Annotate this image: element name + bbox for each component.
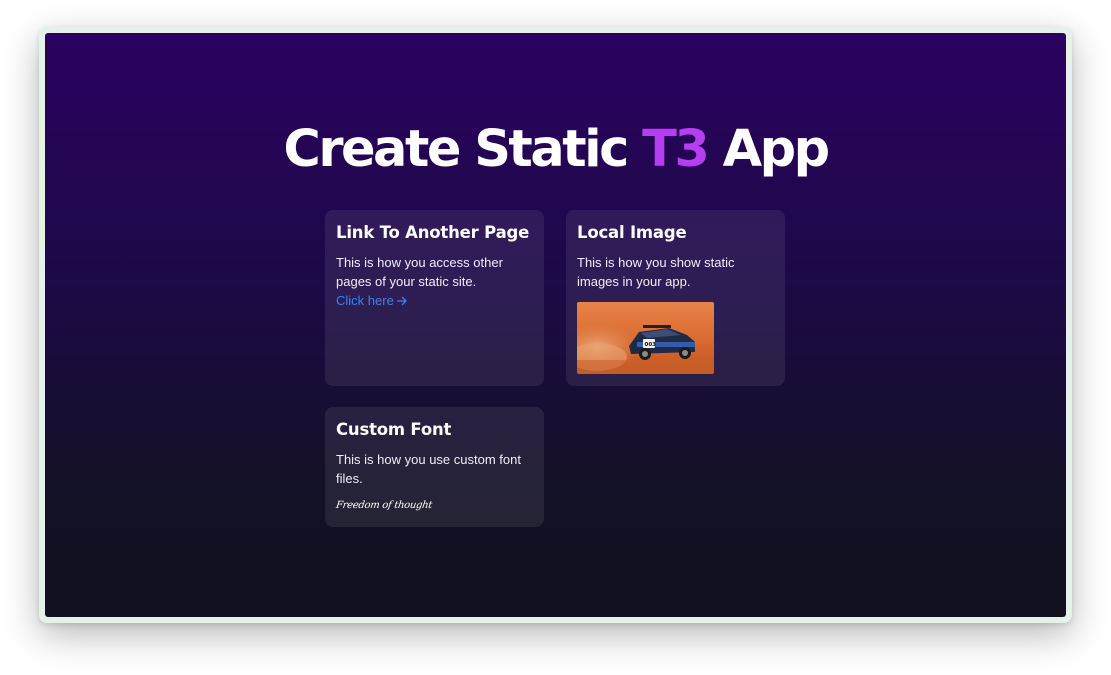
rally-car-image: 003 <box>577 302 714 374</box>
page-title: Create Static T3 App <box>45 119 1066 181</box>
card-description: This is how you access other pages of yo… <box>336 255 503 289</box>
link-label: Click here <box>336 293 394 308</box>
svg-text:003: 003 <box>645 342 657 348</box>
title-accent: T3 <box>642 120 710 179</box>
click-here-link[interactable]: Click here <box>336 291 408 310</box>
card-title: Local Image <box>577 223 687 242</box>
title-part2: App <box>707 120 831 179</box>
page-viewport: Create Static T3 App Link To Another Pag… <box>45 33 1066 617</box>
card-title: Custom Font <box>336 420 452 439</box>
browser-window: Create Static T3 App Link To Another Pag… <box>39 27 1072 623</box>
card-description: This is how you show static images in yo… <box>577 255 735 289</box>
custom-font-card: Custom Font This is how you use custom f… <box>325 407 544 527</box>
local-image-card: Local Image This is how you show static … <box>566 210 785 386</box>
card-title: Link To Another Page <box>336 223 530 242</box>
card-description: This is how you use custom font files. <box>336 452 521 486</box>
custom-font-sample: Freedom of thought <box>335 500 433 511</box>
arrow-right-icon <box>396 295 408 307</box>
link-card: Link To Another Page This is how you acc… <box>325 210 544 386</box>
title-part1: Create Static <box>283 120 643 179</box>
